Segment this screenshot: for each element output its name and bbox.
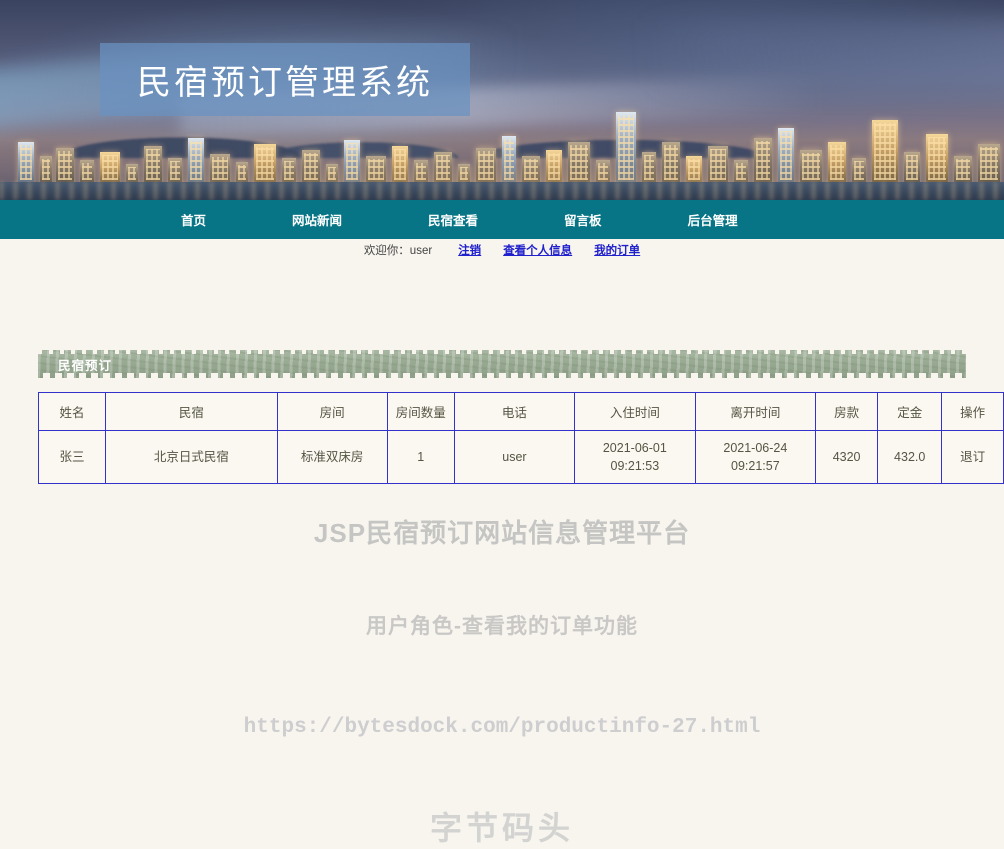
- banner-title-box: 民宿预订管理系统: [100, 43, 470, 116]
- cell-phone: user: [453, 430, 576, 484]
- cell-room: 标准双床房: [276, 430, 388, 484]
- nav-item-home[interactable]: 首页: [175, 210, 212, 229]
- checkout-time: 09:21:57: [731, 459, 780, 473]
- cell-homestay: 北京日式民宿: [105, 430, 278, 484]
- nav-item-message-board[interactable]: 留言板: [558, 210, 608, 229]
- my-orders-link[interactable]: 我的订单: [594, 242, 640, 258]
- col-room: 房间: [276, 392, 388, 431]
- logout-link[interactable]: 注销: [458, 242, 481, 258]
- table-row: 张三 北京日式民宿 标准双床房 1 user 2021-06-01 09:21:…: [37, 430, 1004, 484]
- checkin-time: 09:21:53: [610, 459, 660, 473]
- col-price: 房款: [815, 392, 879, 431]
- banner-cloud: [644, 20, 1004, 90]
- watermark-platform: JSP民宿预订网站信息管理平台: [313, 518, 691, 548]
- cell-room-count: 1: [386, 430, 455, 484]
- nav-item-news[interactable]: 网站新闻: [286, 210, 348, 229]
- col-name: 姓名: [37, 392, 107, 431]
- section-title: 民宿预订: [58, 358, 113, 373]
- cell-name: 张三: [37, 430, 107, 484]
- col-deposit: 定金: [877, 392, 943, 431]
- profile-link[interactable]: 查看个人信息: [503, 242, 572, 258]
- orders-table: 姓名 民宿 房间 房间数量 电话 入住时间 离开时间 房款 定金 操作 张三 北…: [37, 392, 1004, 484]
- welcome-text: 欢迎你：user: [363, 245, 433, 257]
- cell-deposit: 432.0: [877, 430, 943, 484]
- banner-title: 民宿预订管理系统: [137, 65, 433, 102]
- nav-item-admin[interactable]: 后台管理: [682, 210, 744, 229]
- cell-price: 4320: [815, 430, 879, 484]
- col-checkout: 离开时间: [694, 392, 817, 431]
- col-room-count: 房间数量: [386, 392, 455, 431]
- cell-checkout: 2021-06-24 09:21:57: [694, 430, 817, 484]
- col-homestay: 民宿: [105, 392, 278, 431]
- user-status-bar: 欢迎你：user 注销 查看个人信息 我的订单: [0, 239, 1004, 261]
- cell-action[interactable]: 退订: [941, 430, 1004, 484]
- col-checkin: 入住时间: [574, 392, 696, 431]
- section-header-booking: 民宿预订: [38, 348, 966, 380]
- col-action: 操作: [941, 392, 1004, 431]
- watermark-brand: 字节码头: [429, 810, 574, 846]
- checkout-date: 2021-06-24: [723, 441, 788, 455]
- table-header-row: 姓名 民宿 房间 房间数量 电话 入住时间 离开时间 房款 定金 操作: [37, 392, 1004, 431]
- banner-water: [0, 182, 1004, 200]
- col-phone: 电话: [453, 392, 576, 431]
- checkin-date: 2021-06-01: [602, 441, 667, 455]
- watermark-feature: 用户角色-查看我的订单功能: [366, 615, 638, 638]
- cancel-order-button[interactable]: 退订: [960, 450, 985, 464]
- watermark-url: https://bytesdock.com/productinfo-27.htm…: [243, 716, 761, 739]
- main-navigation: 首页 网站新闻 民宿查看 留言板 后台管理: [0, 200, 1004, 239]
- nav-item-homestay[interactable]: 民宿查看: [422, 210, 484, 229]
- cell-checkin: 2021-06-01 09:21:53: [574, 430, 696, 484]
- site-banner: 民宿预订管理系统: [0, 0, 1004, 200]
